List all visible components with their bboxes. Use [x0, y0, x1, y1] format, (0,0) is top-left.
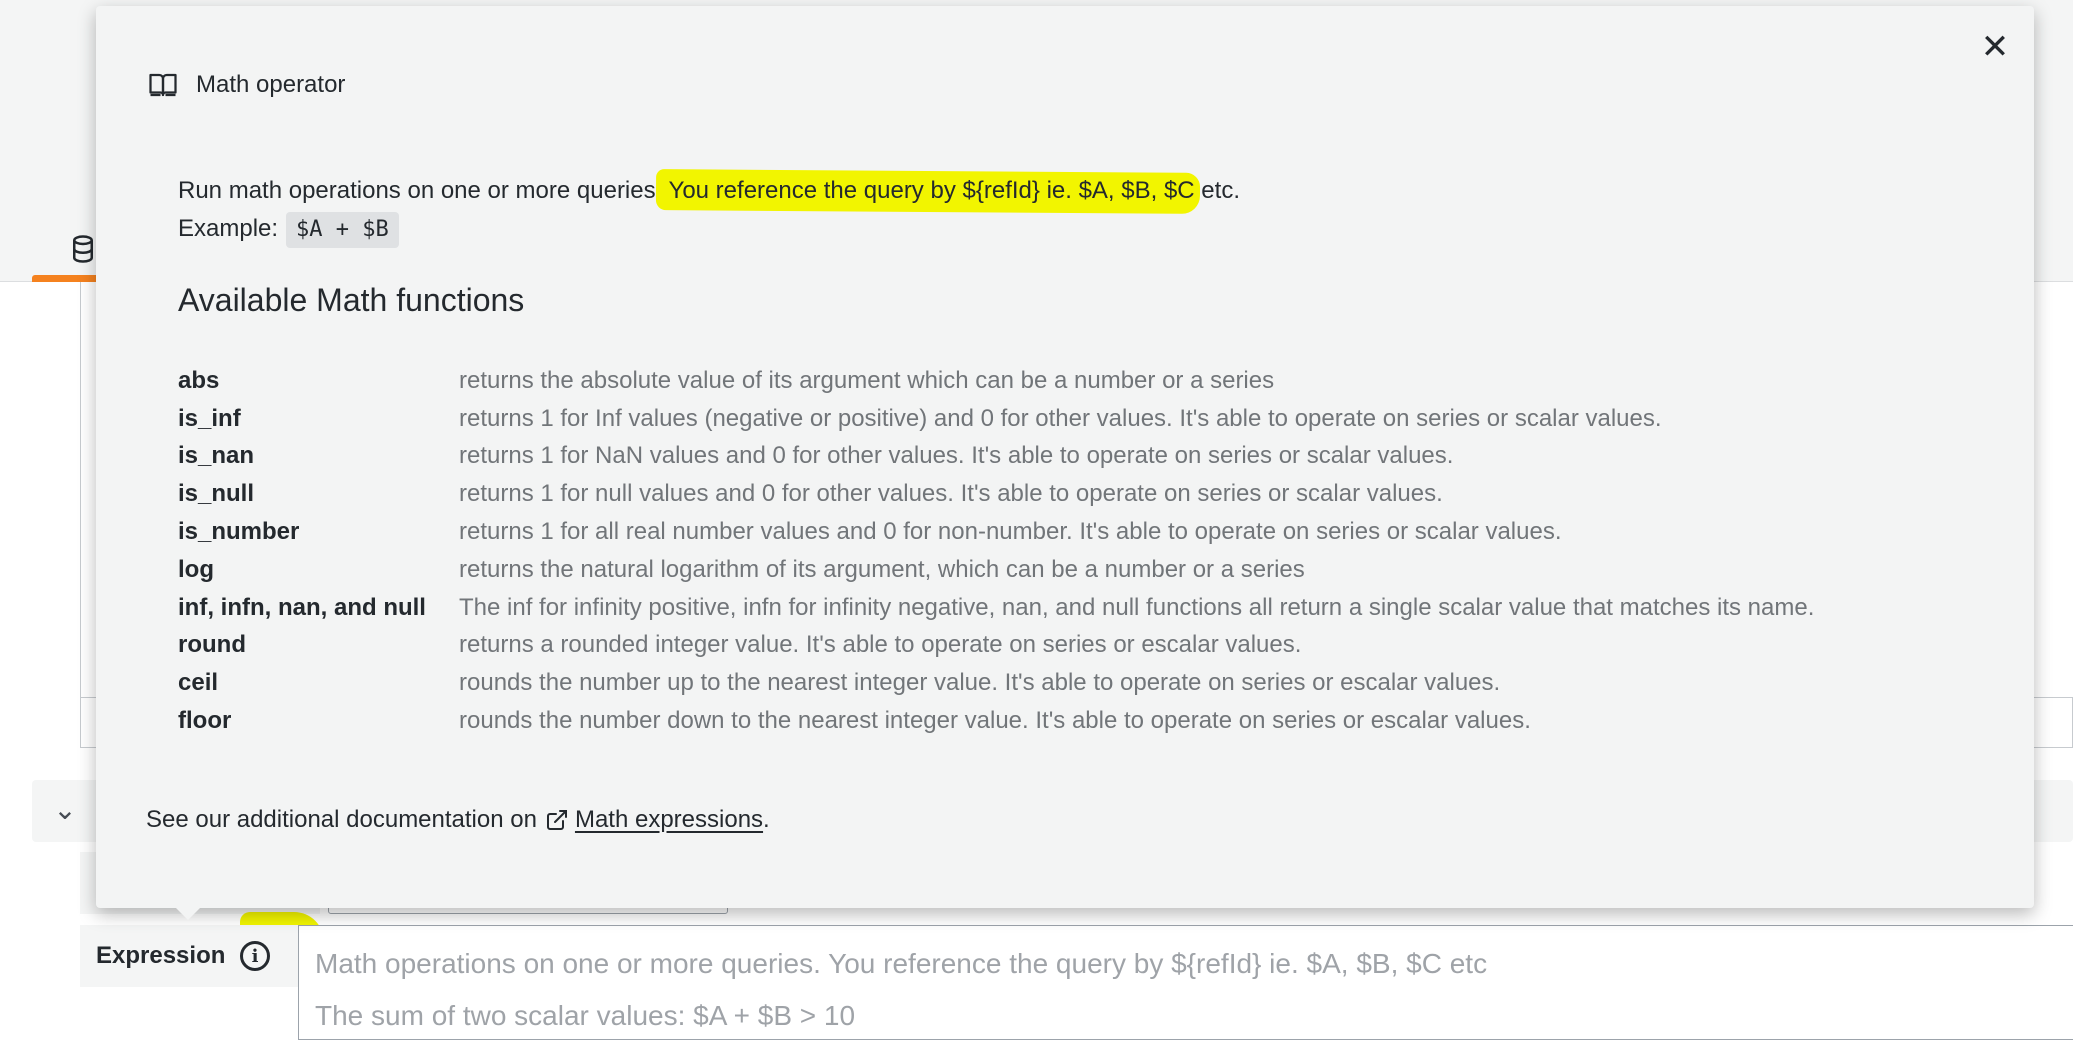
tooltip-header: Math operator — [148, 70, 345, 100]
function-description: returns 1 for NaN values and 0 for other… — [459, 442, 1454, 470]
database-icon — [73, 235, 93, 263]
function-row: ceil rounds the number up to the nearest … — [178, 664, 1814, 702]
function-name: is_null — [178, 480, 255, 508]
function-description: The inf for infinity positive, infn for … — [459, 593, 1815, 621]
intro-text: Run math operations on one or more queri… — [178, 177, 663, 204]
function-name: log — [178, 555, 214, 583]
tooltip-arrow — [172, 904, 204, 920]
function-description: returns the absolute value of its argume… — [459, 366, 1275, 394]
external-link-icon — [546, 810, 567, 830]
function-description: rounds the number up to the nearest inte… — [459, 669, 1501, 697]
function-name: round — [178, 631, 246, 659]
description-line-2: Example: $A + $B — [178, 210, 1240, 248]
intro-tail: etc. — [1194, 177, 1240, 204]
functions-table: abs returns the absolute value of its arg… — [178, 362, 1814, 740]
footer-period: . — [763, 806, 770, 833]
function-row: log returns the natural logarithm of its … — [178, 551, 1814, 589]
function-name: is_nan — [178, 442, 255, 470]
function-row: is_null returns 1 for null values and 0 f… — [178, 475, 1814, 513]
placeholder-line-1: Math operations on one or more queries. … — [315, 948, 1488, 979]
function-name: is_inf — [178, 404, 241, 432]
expression-textarea[interactable]: Math operations on one or more queries. … — [298, 925, 2073, 1040]
function-row: round returns a rounded integer value. It… — [178, 627, 1814, 665]
chevron-down-icon[interactable]: ⌄ — [50, 795, 80, 825]
example-code: $A + $B — [286, 212, 399, 248]
function-description: returns 1 for all real number values and… — [459, 518, 1562, 546]
function-row: inf, infn, nan, and null The inf for infi… — [178, 589, 1814, 627]
function-description: returns a rounded integer value. It's ab… — [459, 631, 1302, 659]
function-description: rounds the number down to the nearest in… — [459, 707, 1531, 735]
function-name: is_number — [178, 518, 300, 546]
function-description: returns the natural logarithm of its arg… — [459, 555, 1305, 583]
function-row: is_inf returns 1 for Inf values (negative… — [178, 400, 1814, 438]
math-expressions-link[interactable]: Math expressions — [575, 806, 763, 834]
intro-highlight: You reference the query by ${refId} ie. … — [662, 177, 1195, 204]
app-root: ⌄ Expression i Math operations on one or… — [0, 0, 2073, 1045]
function-row: is_number returns 1 for all real number v… — [178, 513, 1814, 551]
function-name: floor — [178, 707, 232, 735]
footer-text: See our additional documentation on — [146, 806, 537, 833]
function-row: is_nan returns 1 for NaN values and 0 for… — [178, 438, 1814, 476]
function-description: returns 1 for Inf values (negative or po… — [459, 404, 1662, 432]
function-name: inf, infn, nan, and null — [178, 593, 426, 621]
book-open-icon — [149, 73, 177, 97]
function-name: ceil — [178, 669, 219, 697]
tooltip-footer: See our additional documentation on Math… — [146, 806, 770, 834]
info-icon[interactable]: i — [240, 941, 270, 971]
close-icon[interactable]: ✕ — [1978, 30, 2012, 64]
function-name: abs — [178, 366, 220, 394]
expression-label-text: Expression — [96, 942, 226, 969]
placeholder-line-2: The sum of two scalar values: $A + $B > … — [315, 1000, 856, 1031]
tooltip-title: Math operator — [196, 71, 346, 98]
function-row: floor rounds the number down to the neare… — [178, 702, 1814, 740]
example-label: Example: — [178, 215, 279, 242]
function-row: abs returns the absolute value of its arg… — [178, 362, 1814, 400]
description-line-1: Run math operations on one or more queri… — [178, 172, 1240, 210]
functions-heading: Available Math functions — [178, 282, 525, 318]
tooltip-description: Run math operations on one or more queri… — [178, 172, 1240, 248]
function-description: returns 1 for null values and 0 for othe… — [459, 480, 1443, 508]
